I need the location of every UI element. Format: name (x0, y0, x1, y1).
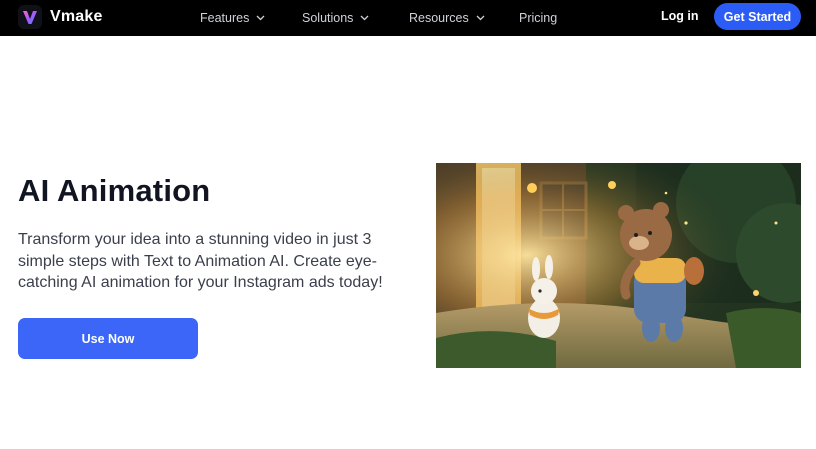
login-link[interactable]: Log in (661, 9, 699, 23)
nav-pricing-label: Pricing (519, 11, 558, 25)
nav-features[interactable]: Features (200, 9, 265, 27)
hero-illustration-art (436, 163, 801, 368)
hero-illustration (436, 163, 801, 368)
get-started-button[interactable]: Get Started (714, 3, 801, 30)
chevron-down-icon (476, 15, 485, 21)
chevron-down-icon (256, 15, 265, 21)
lantern-icon (527, 183, 537, 193)
nav-resources-label: Resources (409, 11, 469, 25)
use-now-button[interactable]: Use Now (18, 318, 198, 359)
nav-pricing[interactable]: Pricing (519, 9, 557, 27)
vmake-logo-icon (18, 5, 42, 29)
brand-name: Vmake (50, 8, 103, 25)
nav-resources[interactable]: Resources (409, 9, 485, 27)
top-navbar: Vmake Features Solutions Resources Prici… (0, 0, 816, 36)
nav-solutions-label: Solutions (302, 11, 354, 25)
hero-description: Transform your idea into a stunning vide… (18, 231, 383, 291)
hero-title: AI Animation (18, 173, 211, 208)
brand-logo[interactable]: Vmake (18, 5, 103, 29)
nav-features-label: Features (200, 11, 250, 25)
nav-solutions[interactable]: Solutions (302, 9, 369, 27)
chevron-down-icon (360, 15, 369, 21)
